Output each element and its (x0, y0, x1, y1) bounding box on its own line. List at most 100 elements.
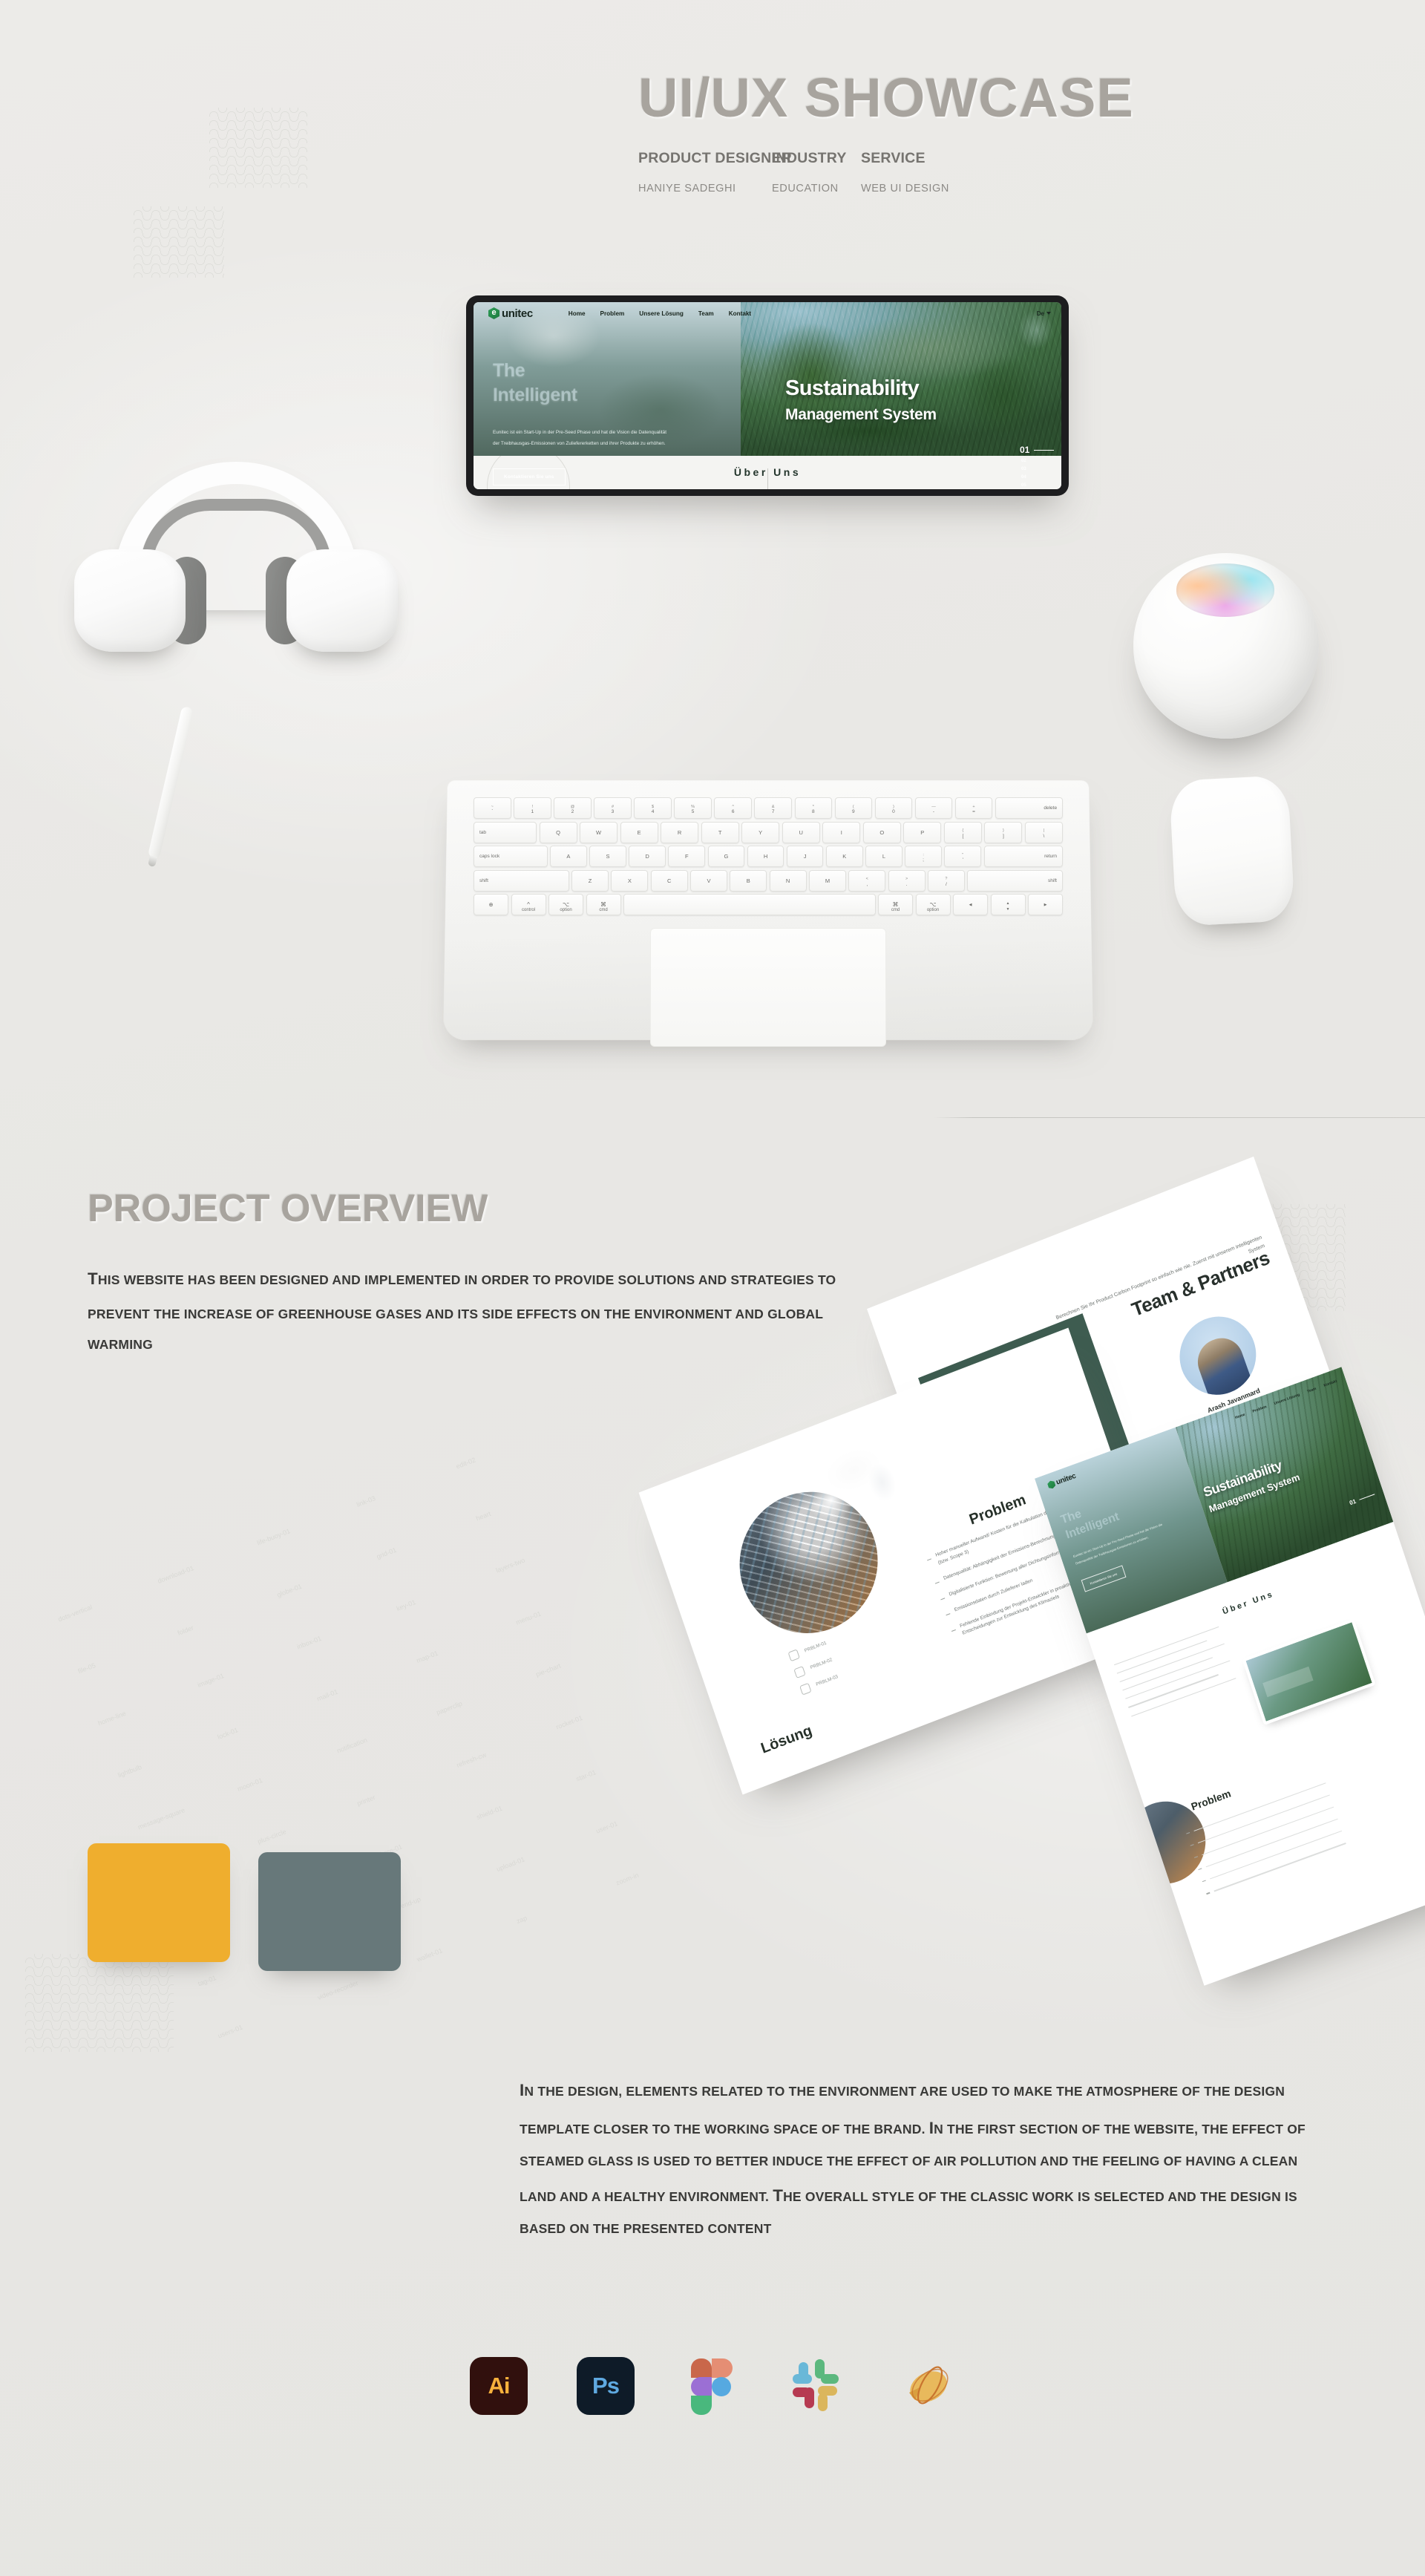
key-control[interactable]: ^ control (511, 894, 546, 915)
key-8[interactable]: * 8 (794, 797, 833, 819)
globe-key-icon[interactable]: ⊕ (474, 894, 508, 915)
nav-item-unsere-loesung[interactable]: Unsere Lösung (639, 310, 684, 317)
figma-icon[interactable] (684, 2357, 741, 2415)
trackpad[interactable] (650, 928, 886, 1047)
key-w[interactable]: W (580, 821, 618, 843)
key-5[interactable]: % 5 (674, 797, 712, 819)
key-tab[interactable]: tab (474, 821, 537, 843)
color-swatch-sage (258, 1852, 401, 1971)
key-command-left[interactable]: ⌘ cmd (586, 894, 621, 915)
nav-item-team[interactable]: Team (698, 310, 714, 317)
list-item (1201, 1827, 1343, 1882)
headphone-cup-left (74, 549, 186, 652)
balsamiq-icon[interactable] (897, 2357, 955, 2415)
key-r[interactable]: R (661, 821, 699, 843)
key-4[interactable]: $4 (634, 797, 672, 819)
key-9[interactable]: (9 (834, 797, 873, 819)
key-slash[interactable]: ? / (928, 869, 965, 892)
key-backtick[interactable]: ~ ` (474, 797, 511, 819)
arrow-up-down-key-icon[interactable]: ▲ ▼ (990, 894, 1026, 915)
wave-pattern-top-left (209, 108, 307, 191)
nav-item-home[interactable]: Home (569, 310, 586, 317)
key-7[interactable]: & 7 (754, 797, 792, 819)
wave-pattern-top-left-2 (134, 206, 224, 279)
nav-item-kontakt[interactable]: Kontakt (729, 310, 751, 317)
key-x[interactable]: X (611, 869, 649, 892)
list-item: PRBLM-03 (799, 1672, 839, 1696)
key-equals[interactable]: + = (954, 797, 993, 819)
key-command-right[interactable]: ⌘ cmd (878, 894, 913, 915)
key-i[interactable]: I (822, 821, 861, 843)
key-caps-lock[interactable]: caps lock (474, 846, 548, 867)
key-v[interactable]: V (690, 869, 727, 892)
slide-number[interactable]: 02 (1020, 459, 1054, 463)
key-e[interactable]: E (620, 821, 658, 843)
key-p[interactable]: P (903, 821, 942, 843)
key-option-right[interactable]: ⌥ option (915, 894, 951, 915)
meta-product-designer: PRODUCT DESIGNER HANIYE SADEGHI (638, 150, 792, 194)
key-period[interactable]: >. (888, 869, 926, 892)
key-0[interactable]: ) 0 (874, 797, 913, 819)
brand-logo[interactable]: e unitec (488, 307, 533, 320)
key-o[interactable]: O (862, 821, 901, 843)
key-j[interactable]: J (786, 846, 824, 867)
mockup-cards: Berechnen Sie Ihr Product Carbon Footpri… (638, 1156, 1425, 2019)
key-6[interactable]: ^ 6 (714, 797, 752, 819)
key-f[interactable]: F (668, 846, 706, 867)
page-header: UI/UX SHOWCASE PRODUCT DESIGNER HANIYE S… (638, 67, 1380, 195)
key-t[interactable]: T (701, 821, 739, 843)
page-about-thumbnail (1242, 1618, 1376, 1725)
key-bracket-right[interactable]: }] (984, 821, 1023, 843)
key-a[interactable]: A (550, 846, 587, 867)
chevron-down-icon (1046, 312, 1051, 315)
key-backslash[interactable]: | \ (1024, 821, 1063, 843)
key-k[interactable]: K (825, 846, 863, 867)
key-s[interactable]: S (589, 846, 626, 867)
key-g[interactable]: G (707, 846, 745, 867)
key-shift-left[interactable]: shift (474, 869, 569, 892)
slack-icon[interactable] (790, 2357, 848, 2415)
photoshop-icon[interactable]: Ps (577, 2357, 635, 2415)
nav-item-problem[interactable]: Problem (600, 310, 625, 317)
key-1[interactable]: ! 1 (514, 797, 551, 819)
key-h[interactable]: H (747, 846, 784, 867)
watermark-item: life-buoy-01 (255, 1527, 292, 1547)
key-minus[interactable]: — - (914, 797, 953, 819)
language-selector[interactable]: De (1037, 310, 1051, 317)
key-d[interactable]: D (629, 846, 666, 867)
key-z[interactable]: Z (571, 869, 609, 892)
slide-number[interactable]: 03 (1020, 467, 1054, 471)
key-semicolon[interactable]: :; (905, 846, 942, 867)
key-b[interactable]: B (730, 869, 767, 892)
arrow-left-key-icon[interactable]: ◀ (953, 894, 988, 915)
key-3[interactable]: #3 (594, 797, 632, 819)
key-option-left[interactable]: ⌥ option (548, 894, 583, 915)
key-delete[interactable]: delete (995, 797, 1064, 819)
illustrator-icon[interactable]: Ai (470, 2357, 528, 2415)
loesung-heading: Lösung (759, 1722, 815, 1757)
key-bracket-left[interactable]: {[ (943, 821, 982, 843)
key-c[interactable]: C (650, 869, 688, 892)
slide-indicator[interactable]: 01 02 03 04 05 (1020, 445, 1054, 488)
key-q[interactable]: Q (539, 821, 577, 843)
key-quote[interactable]: " ' (944, 846, 982, 867)
ghost-line-2: Intelligent (493, 385, 577, 405)
key-2[interactable]: @2 (554, 797, 592, 819)
key-u[interactable]: U (782, 821, 820, 843)
watermark-item: link-03 (355, 1494, 377, 1508)
key-comma[interactable]: <, (848, 869, 886, 892)
contact-cta-button[interactable]: Kontaktieren Sie uns (493, 468, 566, 486)
key-n[interactable]: N (769, 869, 807, 892)
key-return[interactable]: return (983, 846, 1064, 867)
key-y[interactable]: Y (741, 821, 780, 843)
design-description-paragraph: IN THE DESIGN, ELEMENTS RELATED TO THE E… (520, 2081, 1306, 2237)
slide-number[interactable]: 05 (1020, 483, 1054, 488)
key-space[interactable] (623, 894, 876, 915)
arrow-right-key-icon[interactable]: ▶ (1028, 894, 1063, 915)
page-title: UI/UX SHOWCASE (638, 67, 1134, 128)
key-l[interactable]: L (865, 846, 902, 867)
meta-value: EDUCATION (772, 183, 839, 194)
key-shift-right[interactable]: shift (967, 869, 1063, 892)
key-m[interactable]: M (809, 869, 846, 892)
slide-number[interactable]: 04 (1020, 475, 1054, 480)
